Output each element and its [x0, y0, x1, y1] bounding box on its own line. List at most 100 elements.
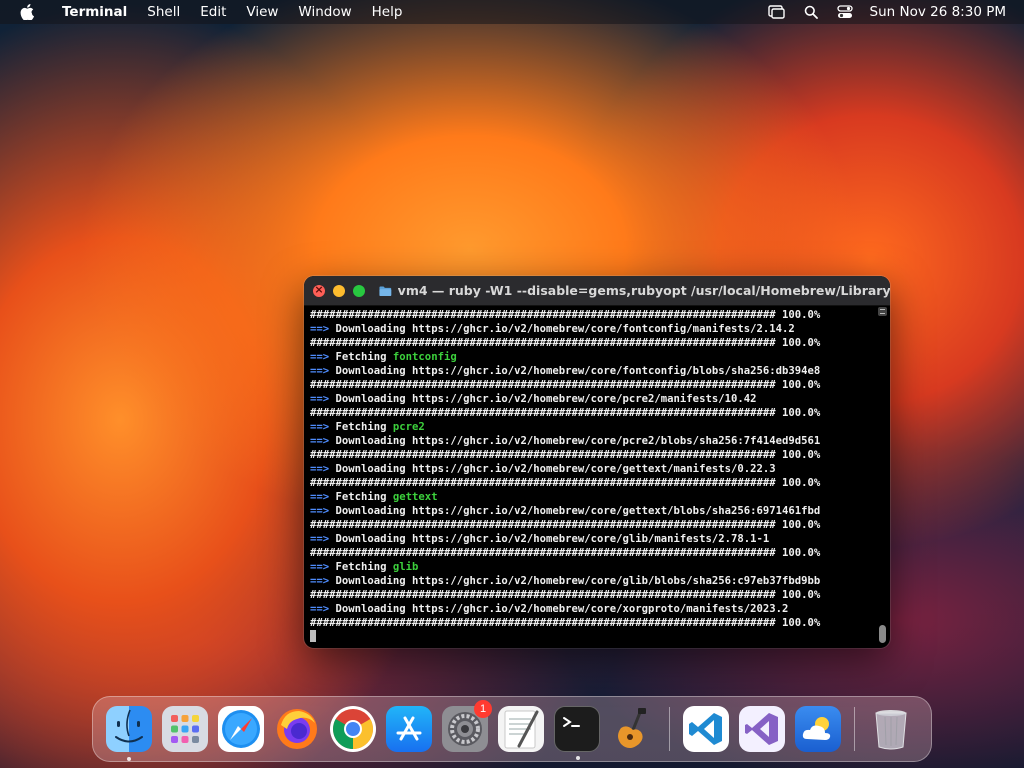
- download-text: Downloading https://ghcr.io/v2/homebrew/…: [329, 323, 795, 335]
- fetching-label: Fetching: [329, 491, 393, 503]
- menu-view[interactable]: View: [236, 0, 288, 24]
- screen-mirroring-icon[interactable]: [768, 4, 786, 20]
- dock-separator: [669, 707, 670, 751]
- terminal-line: ########################################…: [310, 378, 882, 392]
- download-text: Downloading https://ghcr.io/v2/homebrew/…: [329, 365, 821, 377]
- progress-text: ########################################…: [310, 477, 821, 489]
- apple-logo-icon[interactable]: [18, 3, 36, 21]
- terminal-line: ########################################…: [310, 588, 882, 602]
- download-text: Downloading https://ghcr.io/v2/homebrew/…: [329, 435, 821, 447]
- vscode-icon: [689, 713, 722, 745]
- menu-edit[interactable]: Edit: [190, 0, 236, 24]
- download-text: Downloading https://ghcr.io/v2/homebrew/…: [329, 393, 757, 405]
- download-text: Downloading https://ghcr.io/v2/homebrew/…: [329, 575, 821, 587]
- visual-studio-icon: [745, 713, 778, 745]
- terminal-line: ==> Fetching pcre2: [310, 420, 882, 434]
- fetching-label: Fetching: [329, 561, 393, 573]
- dock: 1: [92, 696, 932, 762]
- dock-weather[interactable]: [795, 706, 841, 752]
- dock-app-store[interactable]: [386, 706, 432, 752]
- terminal-line: ==> Fetching glib: [310, 560, 882, 574]
- menu-shell[interactable]: Shell: [137, 0, 190, 24]
- terminal-line: ==> Downloading https://ghcr.io/v2/homeb…: [310, 504, 882, 518]
- terminal-line: ==> Downloading https://ghcr.io/v2/homeb…: [310, 462, 882, 476]
- terminal-line: ==> Fetching fontconfig: [310, 350, 882, 364]
- terminal-line: ########################################…: [310, 518, 882, 532]
- garageband-icon: [618, 708, 646, 748]
- progress-text: ########################################…: [310, 407, 821, 419]
- dock-visual-studio-code[interactable]: [683, 706, 729, 752]
- dock-finder[interactable]: [106, 706, 152, 761]
- dock-terminal[interactable]: [554, 706, 600, 760]
- weather-icon: [802, 717, 831, 740]
- dock-garageband[interactable]: [610, 706, 656, 752]
- progress-text: ########################################…: [310, 617, 821, 629]
- terminal-title-bar[interactable]: vm4 — ruby -W1 --disable=gems,rubyopt /u…: [304, 276, 890, 306]
- progress-text: ########################################…: [310, 519, 821, 531]
- dock-trash[interactable]: [868, 706, 914, 752]
- prompt-arrow: ==>: [310, 491, 330, 503]
- launchpad-icon: [171, 715, 199, 743]
- terminal-line: [310, 630, 882, 644]
- terminal-icon: [563, 717, 580, 727]
- dock-separator: [854, 707, 855, 751]
- terminal-line: ########################################…: [310, 406, 882, 420]
- prompt-arrow: ==>: [310, 351, 330, 363]
- fetching-label: Fetching: [329, 351, 393, 363]
- dock-launchpad[interactable]: [162, 706, 208, 752]
- download-text: Downloading https://ghcr.io/v2/homebrew/…: [329, 603, 789, 615]
- trash-icon: [875, 710, 907, 750]
- firefox-icon: [277, 709, 317, 749]
- finder-icon: [115, 709, 143, 743]
- window-title: vm4 — ruby -W1 --disable=gems,rubyopt /u…: [397, 283, 890, 298]
- dock-firefox[interactable]: [274, 706, 320, 752]
- fetching-label: Fetching: [329, 421, 393, 433]
- dock-safari[interactable]: [218, 706, 264, 752]
- spotlight-search-icon[interactable]: [802, 4, 820, 20]
- package-name: gettext: [392, 491, 438, 503]
- dock-system-settings[interactable]: 1: [442, 700, 492, 752]
- scrollbar-top-button[interactable]: [878, 307, 887, 316]
- progress-text: ########################################…: [310, 449, 821, 461]
- scrollbar-thumb[interactable]: [879, 625, 886, 643]
- terminal-line: ==> Downloading https://ghcr.io/v2/homeb…: [310, 392, 882, 406]
- package-name: fontconfig: [392, 351, 457, 363]
- prompt-arrow: ==>: [310, 421, 330, 433]
- terminal-scrollbar[interactable]: [878, 307, 887, 645]
- window-minimize-button[interactable]: [333, 284, 345, 297]
- terminal-line: ==> Downloading https://ghcr.io/v2/homeb…: [310, 602, 882, 616]
- progress-text: ########################################…: [310, 547, 821, 559]
- progress-text: ########################################…: [310, 337, 821, 349]
- terminal-line: ########################################…: [310, 308, 882, 322]
- terminal-line: ==> Fetching gettext: [310, 490, 882, 504]
- running-indicator: [576, 756, 580, 760]
- app-store-icon: [396, 716, 422, 741]
- menu-app-name[interactable]: Terminal: [52, 0, 137, 24]
- running-indicator: [127, 757, 131, 761]
- terminal-output[interactable]: ########################################…: [304, 306, 882, 648]
- terminal-line: ########################################…: [310, 448, 882, 462]
- progress-text: ########################################…: [310, 379, 821, 391]
- dock-visual-studio[interactable]: [739, 706, 785, 752]
- notification-badge: 1: [474, 700, 492, 718]
- prompt-arrow: ==>: [310, 561, 330, 573]
- textedit-icon: [504, 710, 539, 749]
- window-zoom-button[interactable]: [353, 284, 365, 297]
- menu-help[interactable]: Help: [362, 0, 413, 24]
- control-center-icon[interactable]: [836, 4, 854, 20]
- prompt-arrow: ==>: [310, 323, 330, 335]
- window-close-button[interactable]: [313, 283, 325, 297]
- dock-chrome[interactable]: [330, 706, 376, 752]
- progress-text: ########################################…: [310, 309, 821, 321]
- chrome-icon: [333, 709, 373, 749]
- terminal-line: ########################################…: [310, 616, 882, 630]
- package-name: pcre2: [392, 421, 425, 433]
- download-text: Downloading https://ghcr.io/v2/homebrew/…: [329, 463, 776, 475]
- dock-textedit[interactable]: [498, 706, 544, 752]
- menu-bar-clock[interactable]: Sun Nov 26 8:30 PM: [870, 4, 1006, 20]
- terminal-line: ==> Downloading https://ghcr.io/v2/homeb…: [310, 574, 882, 588]
- prompt-arrow: ==>: [310, 435, 330, 447]
- menu-window[interactable]: Window: [288, 0, 361, 24]
- terminal-line: ==> Downloading https://ghcr.io/v2/homeb…: [310, 532, 882, 546]
- prompt-arrow: ==>: [310, 393, 330, 405]
